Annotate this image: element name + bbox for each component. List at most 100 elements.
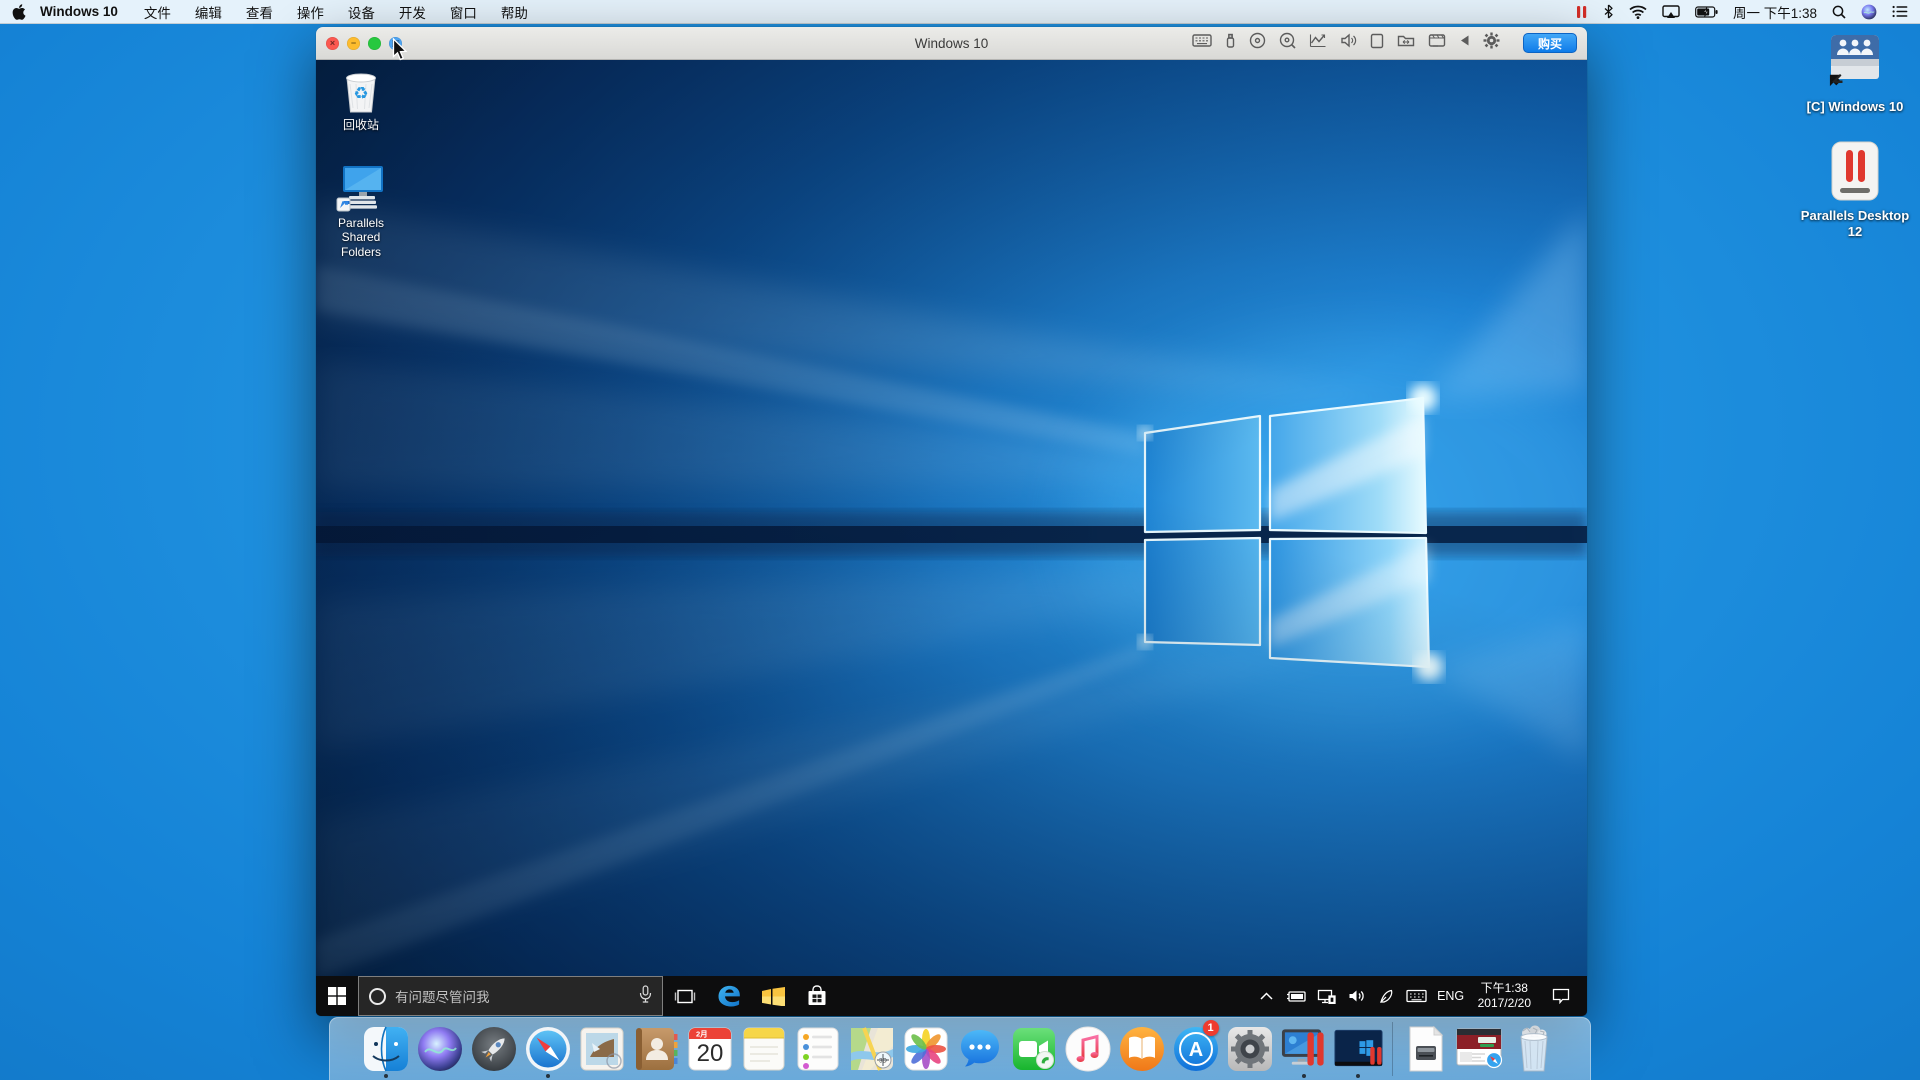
menu-develop[interactable]: 开发 <box>399 2 426 22</box>
dock-disk-image-document[interactable] <box>1402 1018 1451 1080</box>
menu-devices[interactable]: 设备 <box>348 2 375 22</box>
dock: 2月20 3D A 1 <box>329 1017 1591 1080</box>
dock-minimized-safari-window[interactable] <box>1456 1018 1505 1080</box>
zoom-button[interactable] <box>368 37 381 50</box>
parallels-shared-folders-icon[interactable]: Parallels Shared Folders <box>318 162 404 259</box>
desktop-icon-label: [C] Windows 10 <box>1807 99 1904 115</box>
microphone-icon[interactable] <box>639 985 652 1008</box>
tray-volume-icon[interactable] <box>1344 989 1370 1003</box>
bluetooth-icon[interactable] <box>1603 4 1614 19</box>
svg-text:3D: 3D <box>879 1059 887 1065</box>
spotlight-search-icon[interactable] <box>1832 5 1846 19</box>
keyboard-icon[interactable] <box>1192 33 1212 53</box>
siri-icon[interactable] <box>1861 4 1877 20</box>
menu-edit[interactable]: 编辑 <box>195 2 222 22</box>
wifi-icon[interactable] <box>1629 5 1647 19</box>
dock-app-store-icon[interactable]: A 1 <box>1172 1018 1221 1080</box>
edge-browser-button[interactable] <box>707 976 751 1016</box>
windows-10-hero-wallpaper <box>316 60 1587 1016</box>
dock-finder-icon[interactable] <box>362 1018 411 1080</box>
svg-text:♻: ♻ <box>353 84 368 103</box>
parallels-status-icon[interactable] <box>1576 5 1588 19</box>
menu-bar-clock[interactable]: 周一 下午1:38 <box>1733 2 1817 22</box>
dock-windows-10-vm-thumbnail[interactable] <box>1334 1018 1383 1080</box>
system-tray: ENG 下午1:38 2017/2/20 <box>1254 976 1587 1016</box>
dvd-search-icon[interactable] <box>1279 32 1296 54</box>
tablet-icon[interactable] <box>1370 33 1384 54</box>
dock-ibooks-icon[interactable] <box>1118 1018 1167 1080</box>
dock-reminders-icon[interactable] <box>794 1018 843 1080</box>
recycle-bin-label: 回收站 <box>343 118 379 132</box>
active-app-name[interactable]: Windows 10 <box>40 4 118 19</box>
store-button[interactable] <box>795 976 839 1016</box>
taskbar-clock[interactable]: 下午1:38 2017/2/20 <box>1472 981 1537 1011</box>
shared-folder-icon[interactable] <box>1397 33 1415 53</box>
video-icon[interactable] <box>1428 33 1446 53</box>
dock-trash-icon[interactable] <box>1510 1018 1559 1080</box>
menu-window[interactable]: 窗口 <box>450 2 477 22</box>
menu-file[interactable]: 文件 <box>144 2 171 22</box>
dock-siri-icon[interactable] <box>416 1018 465 1080</box>
dock-photos-icon[interactable] <box>902 1018 951 1080</box>
recycle-bin-icon[interactable]: ♻ 回收站 <box>318 68 404 132</box>
menu-help[interactable]: 帮助 <box>501 2 528 22</box>
notification-center-icon[interactable] <box>1892 5 1908 18</box>
task-view-button[interactable] <box>663 976 707 1016</box>
desktop-icon-label: Parallels Desktop 12 <box>1800 208 1910 241</box>
tray-chevron-up-icon[interactable] <box>1254 992 1280 1000</box>
dock-parallels-desktop-icon[interactable] <box>1280 1018 1329 1080</box>
svg-text:A: A <box>1189 1039 1203 1061</box>
language-indicator[interactable]: ENG <box>1434 989 1468 1003</box>
taskbar-date: 2017/2/20 <box>1478 996 1531 1010</box>
search-placeholder: 有问题尽管问我 <box>395 986 630 1006</box>
close-button[interactable]: × <box>326 37 339 50</box>
tray-windows-ink-icon[interactable] <box>1374 989 1400 1004</box>
tray-battery-icon[interactable] <box>1284 990 1310 1002</box>
dock-launchpad-icon[interactable] <box>470 1018 519 1080</box>
battery-charging-icon[interactable] <box>1695 6 1718 18</box>
app-store-badge: 1 <box>1203 1020 1219 1036</box>
desktop-icon-c-drive[interactable]: [C] Windows 10 <box>1795 33 1915 115</box>
back-icon[interactable] <box>1459 34 1470 52</box>
cortana-search-box[interactable]: 有问题尽管问我 <box>358 976 663 1016</box>
file-explorer-button[interactable] <box>751 976 795 1016</box>
mouse-cursor <box>392 38 409 62</box>
airplay-display-icon[interactable] <box>1662 5 1680 19</box>
settings-gear-icon[interactable] <box>1483 32 1500 54</box>
sound-icon[interactable] <box>1340 33 1357 53</box>
taskbar-time: 下午1:38 <box>1481 981 1528 995</box>
menu-view[interactable]: 查看 <box>246 2 273 22</box>
start-button[interactable] <box>316 976 358 1016</box>
dock-mail-icon[interactable] <box>578 1018 627 1080</box>
macos-desktop: Windows 10 文件 编辑 查看 操作 设备 开发 窗口 帮助 <box>0 0 1920 1080</box>
windows-desktop[interactable]: ♻ 回收站 Parallels Shared Folders <box>316 60 1587 1016</box>
calendar-month-text: 2月 <box>696 1030 708 1039</box>
dock-separator <box>1392 1022 1393 1076</box>
dock-facetime-icon[interactable] <box>1010 1018 1059 1080</box>
action-center-icon[interactable] <box>1541 988 1581 1004</box>
vm-window-titlebar[interactable]: × − ▣ Windows 10 购买 <box>316 27 1587 60</box>
dock-maps-icon[interactable]: 3D <box>848 1018 897 1080</box>
dock-system-preferences-icon[interactable] <box>1226 1018 1275 1080</box>
parallels-vm-window: × − ▣ Windows 10 购买 <box>316 27 1587 1016</box>
shared-folders-label: Parallels Shared Folders <box>324 216 398 259</box>
dock-itunes-icon[interactable] <box>1064 1018 1113 1080</box>
desktop-icon-parallels-12[interactable]: Parallels Desktop 12 <box>1795 140 1915 241</box>
dock-messages-icon[interactable] <box>956 1018 1005 1080</box>
tray-network-icon[interactable] <box>1314 989 1340 1004</box>
buy-button[interactable]: 购买 <box>1523 33 1577 53</box>
dock-contacts-icon[interactable] <box>632 1018 681 1080</box>
cortana-icon <box>369 988 386 1005</box>
usb-icon[interactable] <box>1225 33 1236 54</box>
apple-menu-icon[interactable] <box>12 4 26 20</box>
windows-taskbar: 有问题尽管问我 <box>316 976 1587 1016</box>
menu-actions[interactable]: 操作 <box>297 2 324 22</box>
network-graph-icon[interactable] <box>1309 33 1327 53</box>
vm-window-title: Windows 10 <box>915 36 989 51</box>
dock-notes-icon[interactable] <box>740 1018 789 1080</box>
cd-dvd-icon[interactable] <box>1249 32 1266 54</box>
tray-touch-keyboard-icon[interactable] <box>1404 989 1430 1003</box>
minimize-button[interactable]: − <box>347 37 360 50</box>
dock-safari-icon[interactable] <box>524 1018 573 1080</box>
dock-calendar-icon[interactable]: 2月20 <box>686 1018 735 1080</box>
